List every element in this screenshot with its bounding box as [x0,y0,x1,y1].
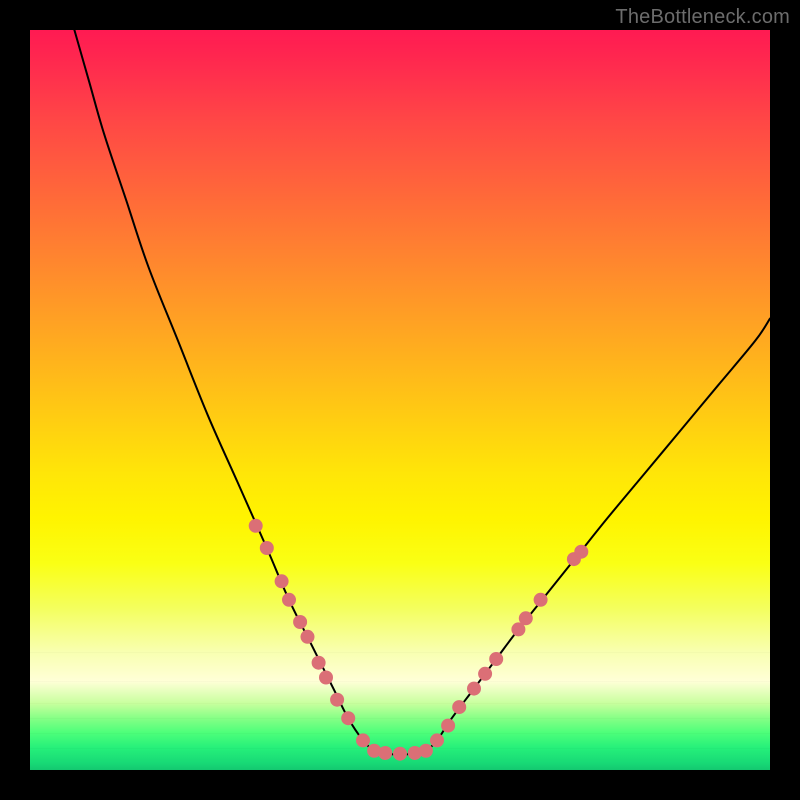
marker-dot [330,693,344,707]
plot-area [30,30,770,770]
marker-dot [393,747,407,761]
marker-dot [319,671,333,685]
marker-dot [467,682,481,696]
chart-frame: TheBottleneck.com [0,0,800,800]
marker-dot [419,744,433,758]
marker-dot [301,630,315,644]
marker-dot [249,519,263,533]
marker-dot [574,545,588,559]
curve-paths [74,30,770,754]
watermark-label: TheBottleneck.com [615,6,790,29]
marker-dot [452,700,466,714]
series-left-branch [74,30,374,752]
marker-dot [312,656,326,670]
marker-dot [478,667,492,681]
marker-dot [378,746,392,760]
marker-dot [441,719,455,733]
marker-dot [430,733,444,747]
marker-dot [275,574,289,588]
marker-dot [282,593,296,607]
marker-dot [356,733,370,747]
marker-dot [534,593,548,607]
marker-dot [341,711,355,725]
marker-dot [519,611,533,625]
marker-dot [489,652,503,666]
marker-dot [293,615,307,629]
marker-dot [260,541,274,555]
curve-svg [30,30,770,770]
curve-markers [249,519,589,761]
